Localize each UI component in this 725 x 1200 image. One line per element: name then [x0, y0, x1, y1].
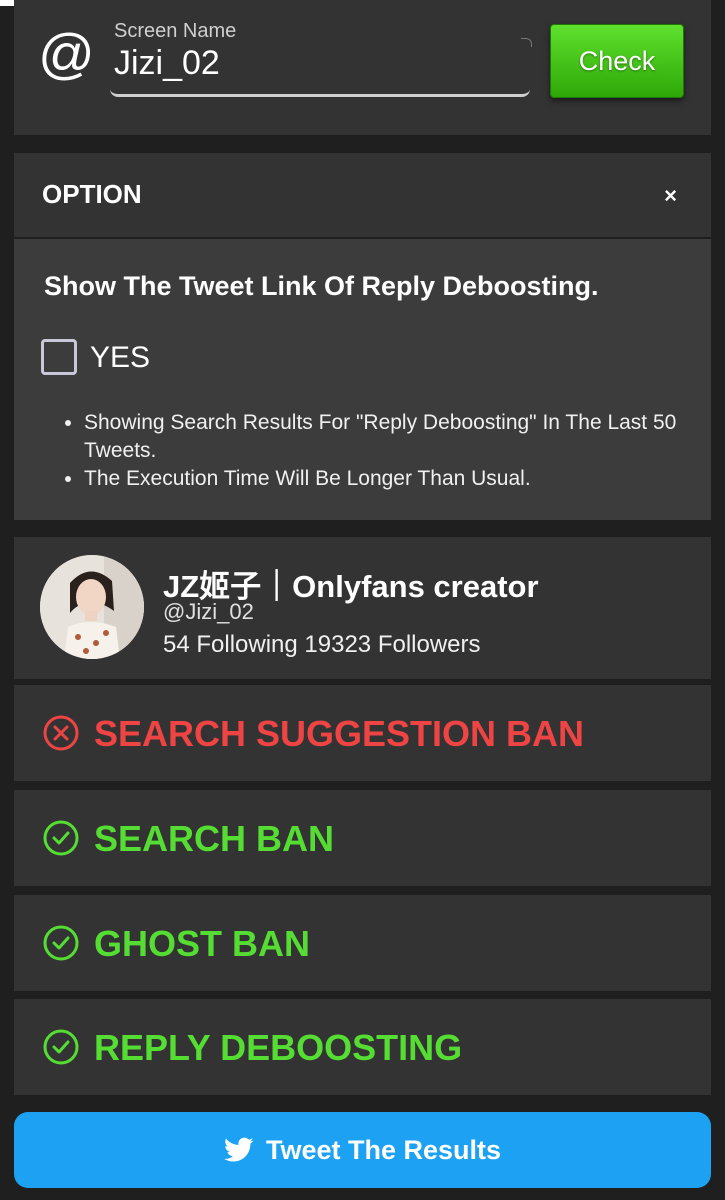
result-label: REPLY DEBOOSTING — [94, 1027, 463, 1068]
option-body: Show The Tweet Link Of Reply Deboosting.… — [14, 239, 711, 520]
note-item: Showing Search Results For "Reply Deboos… — [84, 409, 725, 465]
tweet-results-button[interactable]: Tweet The Results — [14, 1112, 711, 1188]
result-label: SEARCH BAN — [94, 818, 335, 859]
x-circle-icon — [43, 715, 79, 751]
option-notes: Showing Search Results For "Reply Deboos… — [56, 409, 725, 493]
screen-name-field[interactable]: Screen Name Jizi_02 — [110, 20, 532, 97]
profile-stats: 54 Following 19323 Followers — [163, 631, 481, 658]
at-icon: @ — [38, 22, 95, 85]
result-search-ban: SEARCH BAN — [14, 790, 711, 886]
option-title: OPTION — [42, 179, 142, 209]
option-question: Show The Tweet Link Of Reply Deboosting. — [44, 271, 599, 301]
check-circle-icon — [43, 820, 79, 856]
result-label: SEARCH SUGGESTION BAN — [94, 713, 585, 754]
close-icon[interactable]: × — [664, 183, 677, 209]
option-header: OPTION × — [14, 153, 711, 237]
result-reply-deboosting: REPLY DEBOOSTING — [14, 999, 711, 1095]
twitter-bird-icon — [223, 1137, 254, 1162]
tweet-results-label: Tweet The Results — [265, 1134, 502, 1165]
result-ghost-ban: GHOST BAN — [14, 895, 711, 991]
screen-name-label: Screen Name — [114, 20, 237, 42]
profile-handle: @Jizi_02 — [163, 599, 254, 624]
screen-name-input[interactable]: Jizi_02 — [114, 44, 220, 83]
result-search-suggestion-ban: SEARCH SUGGESTION BAN — [14, 685, 711, 781]
search-panel: @ Screen Name Jizi_02 Check — [14, 0, 711, 135]
yes-checkbox-label[interactable]: YES — [90, 341, 150, 375]
result-label: GHOST BAN — [94, 923, 310, 964]
profile-card: JZ姬子｜Onlyfans creator @Jizi_02 54 Follow… — [14, 537, 711, 679]
check-circle-icon — [43, 1029, 79, 1065]
note-item: The Execution Time Will Be Longer Than U… — [84, 465, 725, 493]
check-button[interactable]: Check — [550, 24, 684, 98]
avatar — [40, 555, 144, 659]
input-corner-decoration — [521, 38, 532, 47]
check-circle-icon — [43, 925, 79, 961]
yes-checkbox[interactable] — [41, 339, 77, 375]
